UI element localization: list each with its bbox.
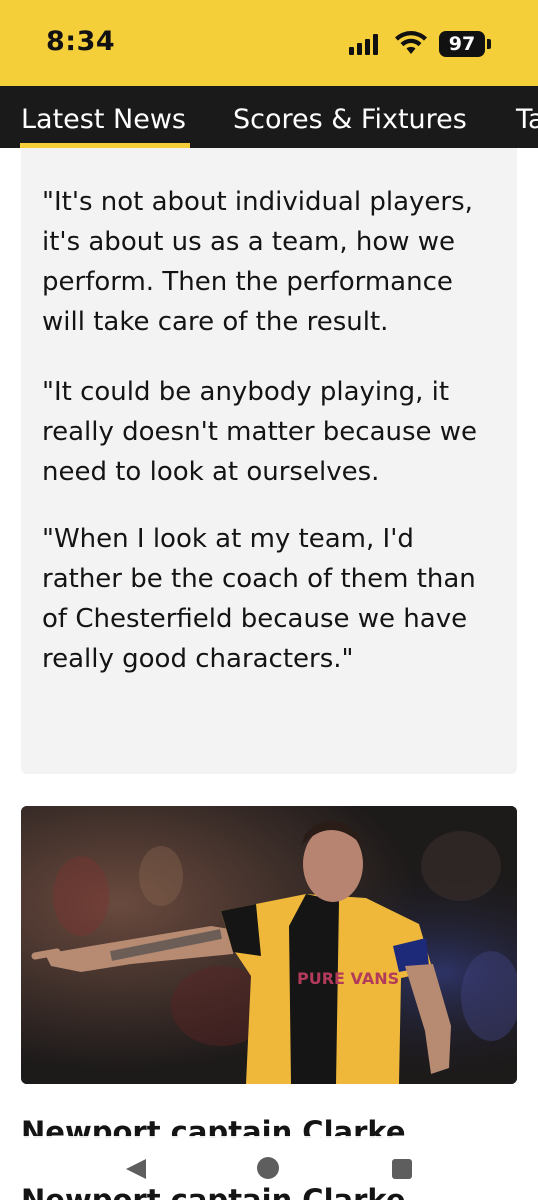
recents-icon[interactable] — [392, 1159, 412, 1179]
quote-paragraph-3: "When I look at my team, I'd rather be t… — [42, 524, 476, 674]
wifi-icon — [395, 31, 427, 54]
home-icon[interactable] — [257, 1157, 279, 1179]
article-headline[interactable]: Newport captain Clarke — [21, 1110, 406, 1138]
player-photo: PURE VANS — [21, 806, 517, 1084]
clock: 8:34 — [46, 26, 116, 57]
quote-paragraph-1: "It's not about individual players, it's… — [42, 187, 473, 337]
quote-paragraph-2: "It could be anybody playing, it really … — [42, 377, 478, 487]
article-headline-repeat[interactable]: Newport captain Clarke — [21, 1186, 406, 1200]
status-bar: 8:34 97 — [0, 0, 538, 86]
quote-card: "It's not about individual players, it's… — [21, 148, 517, 774]
article-image[interactable]: PURE VANS — [21, 806, 517, 1084]
tab-scores-fixtures[interactable]: Scores & Fixtures — [233, 104, 467, 135]
back-icon[interactable] — [124, 1158, 148, 1180]
tab-latest-news[interactable]: Latest News — [21, 104, 186, 135]
section-tab-bar: Latest News Scores & Fixtures Ta — [0, 86, 538, 148]
battery-icon: 97 — [439, 31, 485, 57]
tab-truncated[interactable]: Ta — [516, 104, 538, 135]
battery-cap — [487, 39, 491, 49]
signal-icon — [349, 33, 385, 55]
shirt-sponsor-text: PURE VANS — [297, 969, 399, 988]
